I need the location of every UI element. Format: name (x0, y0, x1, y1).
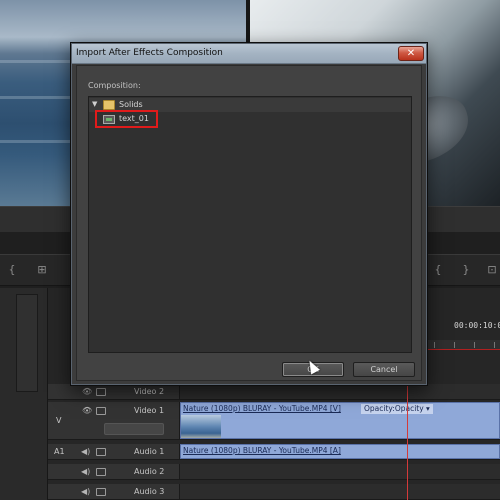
clip-thumbnail (181, 415, 221, 438)
video-clip[interactable]: Nature (1080p) BLURAY - YouTube.MP4 [V] … (180, 402, 500, 439)
track-header: ◀) Audio 2 (48, 464, 180, 479)
marker-icon[interactable]: ⊞ (34, 262, 50, 278)
track-audio-2: ◀) Audio 2 (48, 464, 500, 480)
track-name: Audio 2 (134, 467, 165, 476)
track-header: A1 ◀) Audio 1 (48, 444, 180, 459)
track-audio-1: A1 ◀) Audio 1 Nature (1080p) BLURAY - Yo… (48, 444, 500, 460)
clip-title: Nature (1080p) BLURAY - YouTube.MP4 [A] (183, 446, 341, 455)
track-header: V 👁 Video 1 (48, 402, 180, 439)
expand-arrow-icon[interactable]: ▼ (92, 100, 97, 108)
tool-icon[interactable]: ⊡ (484, 262, 500, 278)
ruler-tick (494, 342, 495, 348)
speaker-icon[interactable]: ◀) (81, 447, 90, 456)
tools-panel (0, 288, 48, 500)
track-video-2: 👁 Video 2 (48, 384, 500, 400)
film-icon[interactable] (96, 407, 106, 415)
timeline-ruler[interactable] (428, 340, 500, 350)
ruler-tick (454, 342, 455, 348)
track-name: Video 1 (134, 406, 165, 415)
track-header: 👁 Video 2 (48, 384, 180, 399)
film-icon[interactable] (96, 388, 106, 396)
speaker-icon[interactable]: ◀) (81, 487, 90, 496)
speaker-icon[interactable]: ◀) (81, 467, 90, 476)
clip-effect-dropdown[interactable]: Opacity:Opacity ▾ (361, 404, 433, 414)
composition-tree[interactable]: ▼ Solids text_01 (88, 96, 412, 353)
ruler-tick (434, 342, 435, 348)
track-name: Video 2 (134, 387, 165, 396)
audio-box-icon[interactable] (96, 488, 106, 496)
source-patch[interactable]: V (56, 416, 61, 425)
dialog-body: Composition: ▼ Solids text_01 OK Cancel (76, 65, 422, 381)
composition-label: Composition: (88, 81, 141, 90)
dialog-title: Import After Effects Composition (76, 48, 223, 58)
tool-icon[interactable]: } (458, 262, 474, 278)
tool-icon[interactable]: { (430, 262, 446, 278)
folder-label: Solids (119, 100, 143, 109)
track-controls[interactable] (104, 423, 164, 435)
tools-strip (16, 294, 38, 392)
cancel-button[interactable]: Cancel (353, 362, 415, 377)
selection-highlight-box (95, 110, 158, 128)
track-name: Audio 1 (134, 447, 165, 456)
eye-icon[interactable]: 👁 (82, 406, 92, 415)
audio-box-icon[interactable] (96, 448, 106, 456)
dialog-titlebar[interactable]: Import After Effects Composition ✕ (72, 44, 426, 64)
audio-box-icon[interactable] (96, 468, 106, 476)
clip-title: Nature (1080p) BLURAY - YouTube.MP4 [V] (183, 404, 341, 413)
timeline-timecode: 00:00:10:00 (454, 321, 500, 330)
track-name: Audio 3 (134, 487, 165, 496)
folder-icon (103, 100, 115, 110)
track-video-1: V 👁 Video 1 Nature (1080p) BLURAY - YouT… (48, 402, 500, 440)
tool-icon[interactable]: { (4, 262, 20, 278)
track-audio-3: ◀) Audio 3 (48, 484, 500, 500)
close-button[interactable]: ✕ (398, 46, 424, 61)
audio-clip[interactable]: Nature (1080p) BLURAY - YouTube.MP4 [A] (180, 444, 500, 459)
ruler-tick (474, 342, 475, 348)
eye-icon[interactable]: 👁 (82, 387, 92, 396)
source-patch[interactable]: A1 (54, 447, 65, 456)
track-header: ◀) Audio 3 (48, 484, 180, 499)
import-dialog: Import After Effects Composition ✕ Compo… (70, 42, 428, 386)
